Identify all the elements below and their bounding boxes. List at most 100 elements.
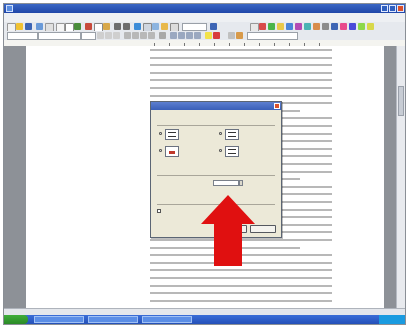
menu-bar xyxy=(4,13,405,22)
toolbar-tool-icon[interactable] xyxy=(331,23,338,30)
decrease-indent-icon[interactable] xyxy=(186,32,193,39)
toolbar-tool-icon[interactable] xyxy=(259,23,266,30)
option-radio-2[interactable] xyxy=(219,132,222,135)
font-combo[interactable] xyxy=(38,32,81,40)
option-thumbnail-icon[interactable] xyxy=(225,129,239,140)
toolbar-tool-icon[interactable] xyxy=(349,23,356,30)
text-line xyxy=(150,246,300,249)
thumbnail-line xyxy=(168,132,176,133)
hyperlink-icon[interactable] xyxy=(134,23,141,30)
scrollbar-thumb[interactable] xyxy=(398,86,404,116)
toolbar-tool-icon[interactable] xyxy=(304,23,311,30)
toolbar-tool-icon[interactable] xyxy=(295,23,302,30)
italic-icon[interactable] xyxy=(105,32,112,39)
align-right-icon[interactable] xyxy=(140,32,147,39)
dialog-checkbox[interactable] xyxy=(157,209,161,213)
permission-icon[interactable] xyxy=(36,23,43,30)
toolbar-tool-icon[interactable] xyxy=(358,23,365,30)
text-line xyxy=(150,49,332,51)
help-icon[interactable] xyxy=(210,23,217,30)
toolbar-combo[interactable] xyxy=(247,32,298,40)
taskbar xyxy=(4,315,405,324)
columns-icon[interactable] xyxy=(152,23,159,30)
zoom-combo[interactable] xyxy=(182,23,207,31)
taskbar-item[interactable] xyxy=(34,316,84,323)
text-line xyxy=(150,269,332,272)
dialog-close-icon[interactable] xyxy=(274,103,280,109)
cut-icon[interactable] xyxy=(85,23,92,30)
title-bar xyxy=(4,4,405,13)
text-line xyxy=(150,284,332,287)
font-size-combo[interactable] xyxy=(81,32,96,40)
increase-indent-icon[interactable] xyxy=(194,32,201,39)
thumbnail-highlight xyxy=(169,151,175,154)
text-line xyxy=(150,71,332,74)
spin-button[interactable] xyxy=(239,180,243,186)
text-line xyxy=(150,254,332,257)
vertical-scrollbar[interactable] xyxy=(396,46,405,308)
open-folder-icon[interactable] xyxy=(16,23,23,30)
toolbar-tool-icon[interactable] xyxy=(286,23,293,30)
text-line xyxy=(150,56,332,59)
highlight-icon[interactable] xyxy=(205,32,212,39)
taskbar-item[interactable] xyxy=(142,316,192,323)
font-color-icon[interactable] xyxy=(213,32,220,39)
text-line xyxy=(150,261,332,264)
thumbnail-line xyxy=(228,149,236,150)
start-button[interactable] xyxy=(4,315,28,324)
option-radio-1[interactable] xyxy=(159,132,162,135)
word-app-icon xyxy=(6,5,13,12)
divider xyxy=(157,125,275,126)
taskbar-item[interactable] xyxy=(88,316,138,323)
bullets-icon[interactable] xyxy=(178,32,185,39)
option-thumbnail-icon[interactable] xyxy=(225,146,239,157)
word-window xyxy=(3,3,406,325)
toolbar-tool-icon[interactable] xyxy=(313,23,320,30)
minimize-button[interactable] xyxy=(381,5,388,12)
save-disk-icon[interactable] xyxy=(25,23,32,30)
divider xyxy=(157,204,275,205)
align-center-icon[interactable] xyxy=(132,32,139,39)
toolbar-tool-icon[interactable] xyxy=(367,23,374,30)
option-thumbnail-icon[interactable] xyxy=(165,146,179,157)
underline-icon[interactable] xyxy=(113,32,120,39)
line-spacing-icon[interactable] xyxy=(159,32,166,39)
divider xyxy=(157,175,275,176)
paste-icon[interactable] xyxy=(103,23,110,30)
toolbar-tool-icon[interactable] xyxy=(236,32,243,39)
system-tray-clock xyxy=(379,315,405,324)
thumbnail-line xyxy=(228,132,236,133)
dialog-value-field[interactable] xyxy=(213,180,239,186)
undo-icon[interactable] xyxy=(114,23,121,30)
justify-icon[interactable] xyxy=(148,32,155,39)
numbering-icon[interactable] xyxy=(170,32,177,39)
cancel-button[interactable] xyxy=(250,225,276,233)
toolbar-tool-icon[interactable] xyxy=(340,23,347,30)
dialog-window xyxy=(150,101,282,238)
text-line xyxy=(150,87,332,89)
toolbar-tool-icon[interactable] xyxy=(277,23,284,30)
toolbar-tool-icon[interactable] xyxy=(228,32,235,39)
ok-button[interactable] xyxy=(223,225,247,233)
text-line xyxy=(150,94,332,97)
redo-icon[interactable] xyxy=(123,23,130,30)
toolbar-tool-icon[interactable] xyxy=(322,23,329,30)
text-line xyxy=(150,292,332,295)
text-line xyxy=(150,79,332,82)
option-thumbnail-icon[interactable] xyxy=(165,129,179,140)
thumbnail-line xyxy=(228,153,236,154)
thumbnail-line xyxy=(168,136,176,137)
thumbnail-line xyxy=(228,136,236,137)
close-button[interactable] xyxy=(397,5,404,12)
text-line xyxy=(150,299,332,302)
spelling-icon[interactable] xyxy=(74,23,81,30)
maximize-button[interactable] xyxy=(389,5,396,12)
drawing-icon[interactable] xyxy=(161,23,168,30)
option-radio-4[interactable] xyxy=(219,149,222,152)
option-radio-3[interactable] xyxy=(159,149,162,152)
style-combo[interactable] xyxy=(7,32,38,40)
dialog-title xyxy=(151,102,281,110)
align-left-icon[interactable] xyxy=(124,32,131,39)
toolbar-tool-icon[interactable] xyxy=(268,23,275,30)
bold-icon[interactable] xyxy=(97,32,104,39)
